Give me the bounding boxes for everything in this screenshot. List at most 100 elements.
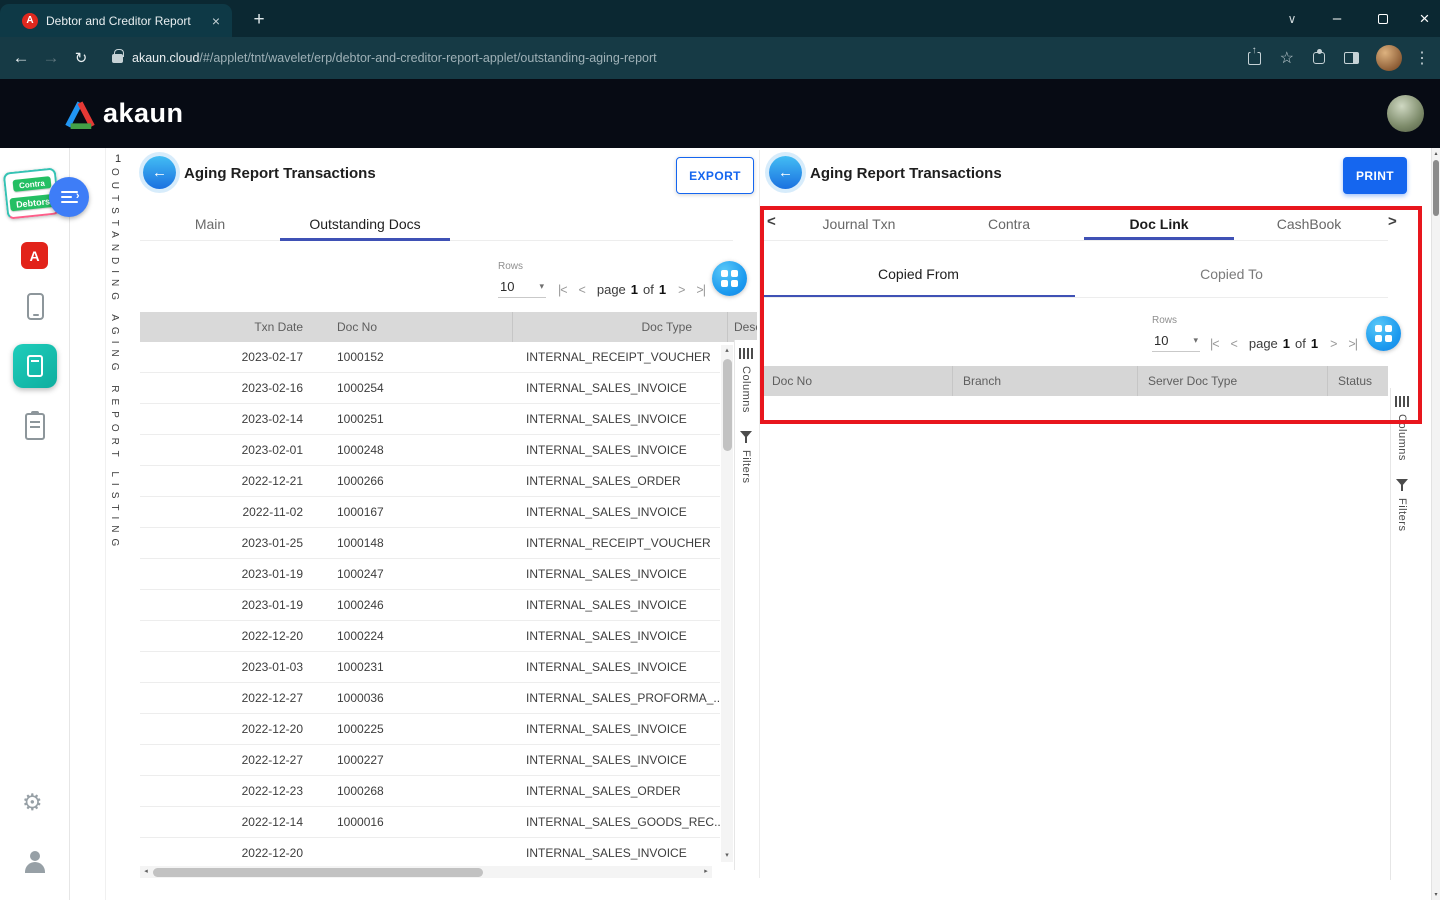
doc-type-cell: INTERNAL_RECEIPT_VOUCHER	[512, 350, 720, 364]
browser-menu-icon[interactable]: ⋮	[1414, 48, 1430, 68]
table-row[interactable]: 2022-12-141000016INTERNAL_SALES_GOODS_RE…	[140, 807, 720, 838]
table-row[interactable]: 2023-01-031000231INTERNAL_SALES_INVOICE	[140, 652, 720, 683]
clipboard-icon[interactable]	[25, 413, 45, 440]
scroll-right-icon[interactable]: ▸	[700, 866, 712, 878]
doc-type-cell: INTERNAL_SALES_PROFORMA_...	[512, 691, 720, 705]
browser-profile-avatar[interactable]	[1376, 45, 1402, 71]
table-row[interactable]: 2022-11-021000167INTERNAL_SALES_INVOICE	[140, 497, 720, 528]
minimize-icon[interactable]: –	[1322, 0, 1352, 37]
rows-per-page-select[interactable]: 10 ▾	[498, 278, 546, 298]
share-icon[interactable]: ↑	[1248, 52, 1261, 65]
grid-view-button[interactable]	[712, 261, 747, 296]
txn-date-cell: 2023-02-14	[140, 412, 313, 426]
next-page-icon[interactable]: >	[1330, 337, 1336, 351]
close-icon[interactable]: ×	[1409, 0, 1440, 37]
tab-scroll-left-icon[interactable]: <	[767, 213, 776, 230]
first-page-icon[interactable]: |<	[1210, 337, 1219, 351]
rows-per-page-select[interactable]: 10 ▾	[1152, 332, 1200, 352]
tab-close-icon[interactable]: ×	[208, 13, 224, 29]
scroll-up-icon[interactable]: ▴	[1432, 150, 1440, 157]
tab-journal-txn[interactable]: Journal Txn	[784, 207, 934, 240]
expand-menu-button[interactable]	[49, 177, 89, 217]
tab-contra[interactable]: Contra	[934, 207, 1084, 240]
back-icon[interactable]: ←	[6, 48, 36, 68]
scroll-down-icon[interactable]: ▾	[1432, 891, 1440, 898]
horizontal-scroll-thumb[interactable]	[153, 868, 483, 877]
filters-label[interactable]: Filters	[1396, 498, 1408, 531]
col-desc: Desc	[727, 312, 757, 342]
table-row[interactable]: 2023-01-191000246INTERNAL_SALES_INVOICE	[140, 590, 720, 621]
back-arrow-icon: ←	[152, 164, 167, 181]
tab-main[interactable]: Main	[140, 207, 280, 240]
filters-label[interactable]: Filters	[740, 450, 752, 483]
table-row[interactable]: 2023-02-011000248INTERNAL_SALES_INVOICE	[140, 435, 720, 466]
columns-icon[interactable]	[739, 348, 753, 359]
scroll-up-icon[interactable]: ▴	[721, 345, 733, 357]
table-row[interactable]: 2022-12-201000225INTERNAL_SALES_INVOICE	[140, 714, 720, 745]
table-row[interactable]: 2022-12-20INTERNAL_SALES_INVOICE	[140, 838, 720, 866]
last-page-icon[interactable]: >|	[696, 283, 705, 297]
columns-icon[interactable]	[1395, 396, 1409, 407]
left-table-horizontal-scrollbar[interactable]: ◂ ▸	[140, 866, 712, 878]
of-word: of	[1295, 336, 1306, 351]
table-row[interactable]: 2022-12-271000227INTERNAL_SALES_INVOICE	[140, 745, 720, 776]
new-tab-button[interactable]: +	[246, 7, 272, 33]
rail-divider	[105, 148, 106, 900]
person-icon[interactable]	[25, 851, 45, 873]
left-table-vertical-scrollbar[interactable]: ▴ ▾	[721, 345, 733, 862]
filters-icon[interactable]	[1396, 479, 1408, 492]
table-row[interactable]: 2022-12-271000036INTERNAL_SALES_PROFORMA…	[140, 683, 720, 714]
maximize-icon[interactable]	[1368, 0, 1398, 37]
table-row[interactable]: 2023-02-171000152INTERNAL_RECEIPT_VOUCHE…	[140, 342, 720, 373]
doc-no-cell: 1000016	[313, 815, 512, 829]
export-button[interactable]: EXPORT	[676, 157, 754, 194]
subtab-copied-to[interactable]: Copied To	[1075, 251, 1388, 297]
forward-icon[interactable]: →	[36, 48, 66, 68]
table-row[interactable]: 2023-01-251000148INTERNAL_RECEIPT_VOUCHE…	[140, 528, 720, 559]
browser-tab[interactable]: A Debtor and Creditor Report ×	[0, 4, 232, 37]
vertical-scroll-thumb[interactable]	[723, 359, 732, 451]
gear-icon[interactable]: ⚙	[22, 791, 43, 814]
left-panel-back-button[interactable]: ←	[143, 156, 176, 189]
table-row[interactable]: 2022-12-211000266INTERNAL_SALES_ORDER	[140, 466, 720, 497]
table-row[interactable]: 2023-02-161000254INTERNAL_SALES_INVOICE	[140, 373, 720, 404]
last-page-icon[interactable]: >|	[1348, 337, 1357, 351]
active-applet-button[interactable]	[13, 344, 57, 388]
table-row[interactable]: 2023-02-141000251INTERNAL_SALES_INVOICE	[140, 404, 720, 435]
right-panel-back-button[interactable]: ←	[769, 156, 802, 189]
doc-type-cell: INTERNAL_SALES_GOODS_REC...	[512, 815, 720, 829]
prev-page-icon[interactable]: <	[579, 283, 585, 297]
print-button[interactable]: PRINT	[1343, 157, 1407, 194]
table-row[interactable]: 2022-12-231000268INTERNAL_SALES_ORDER	[140, 776, 720, 807]
url-bar[interactable]: akaun.cloud/#/applet/tnt/wavelet/erp/deb…	[132, 51, 1238, 65]
prev-page-icon[interactable]: <	[1231, 337, 1237, 351]
scroll-left-icon[interactable]: ◂	[140, 866, 152, 878]
tab-scroll-right-icon[interactable]: >	[1388, 213, 1397, 230]
next-page-icon[interactable]: >	[678, 283, 684, 297]
extensions-icon[interactable]	[1313, 52, 1325, 64]
scroll-down-icon[interactable]: ▾	[721, 850, 733, 862]
filters-icon[interactable]	[740, 431, 752, 444]
user-avatar[interactable]	[1387, 95, 1424, 132]
pdf-icon[interactable]: A	[21, 242, 48, 269]
tab-cashbook[interactable]: CashBook	[1234, 207, 1384, 240]
columns-label[interactable]: Columns	[740, 366, 752, 413]
side-panel-icon[interactable]	[1344, 52, 1359, 64]
columns-label[interactable]: Columns	[1396, 414, 1408, 461]
reload-icon[interactable]: ↻	[66, 49, 96, 67]
page-scrollbar[interactable]: ▴ ▾	[1431, 148, 1440, 900]
tab-outstanding-docs[interactable]: Outstanding Docs	[280, 207, 450, 240]
mobile-device-icon[interactable]	[27, 293, 44, 320]
grid-view-button[interactable]	[1366, 316, 1401, 351]
page-scroll-thumb[interactable]	[1433, 160, 1439, 216]
txn-date-cell: 2022-12-21	[140, 474, 313, 488]
table-row[interactable]: 2023-01-191000247INTERNAL_SALES_INVOICE	[140, 559, 720, 590]
first-page-icon[interactable]: |<	[558, 283, 567, 297]
table-row[interactable]: 2022-12-201000224INTERNAL_SALES_INVOICE	[140, 621, 720, 652]
maximize-box-icon	[1378, 14, 1388, 24]
doc-type-cell: INTERNAL_SALES_INVOICE	[512, 412, 720, 426]
tab-doc-link[interactable]: Doc Link	[1084, 207, 1234, 240]
subtab-copied-from[interactable]: Copied From	[762, 251, 1075, 297]
bookmark-star-icon[interactable]: ☆	[1280, 48, 1294, 68]
chevron-down-icon[interactable]: ∨	[1278, 0, 1306, 37]
